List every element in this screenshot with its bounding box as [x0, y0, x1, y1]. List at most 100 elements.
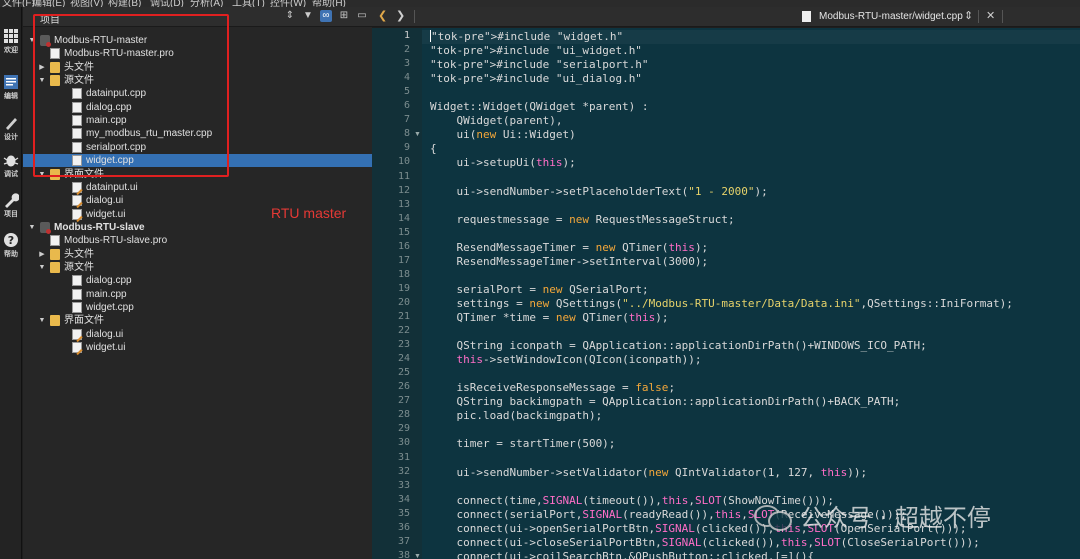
tree-item-label: datainput.ui: [86, 181, 138, 193]
menu-item[interactable]: 分析(A): [190, 0, 223, 7]
collapse-arrow-icon[interactable]: ▼: [38, 314, 46, 327]
code-line: serialPort = new QSerialPort;: [430, 282, 649, 296]
tree-file[interactable]: widget.ui: [23, 341, 372, 354]
fold-marker-icon[interactable]: ▼: [414, 131, 421, 138]
code-line: Widget::Widget(QWidget *parent) :: [430, 100, 649, 114]
folder-icon: [50, 261, 60, 273]
line-number: 20: [397, 296, 410, 308]
cpp-file-icon: [72, 288, 82, 300]
tree-file[interactable]: widget.cpp: [23, 301, 372, 314]
line-number: 1: [403, 30, 410, 41]
code-editor[interactable]: 1 2 3 4 5 6 7 8 ▼ 9 10 11 12 13 14 15 16 17 18 19 20 21 22 23 24…: [372, 28, 1080, 559]
tree-folder[interactable]: ▼ 源文件: [23, 261, 372, 274]
line-number: 38: [397, 549, 410, 559]
code-line: QString iconpath = QApplication::applica…: [430, 339, 927, 353]
filter-icon[interactable]: ▼: [302, 10, 314, 22]
code-line: timer = startTimer(500);: [430, 437, 616, 451]
line-number: 27: [397, 395, 410, 407]
line-number: 28: [397, 409, 410, 421]
code-line: QWidget(parent),: [430, 114, 563, 128]
menu-item[interactable]: 文件(F): [2, 0, 35, 7]
code-line: {: [430, 142, 437, 156]
wrench-icon: [3, 192, 20, 208]
code-line: ResendMessageTimer->setInterval(3000);: [430, 254, 709, 268]
up-down-icon[interactable]: ⇕: [284, 10, 296, 22]
collapse-arrow-icon[interactable]: ▼: [28, 221, 36, 234]
bug-icon: [3, 152, 19, 168]
line-number: 9: [403, 142, 410, 154]
tree-file[interactable]: dialog.cpp: [23, 274, 372, 287]
back-arrow-icon[interactable]: ❮: [378, 10, 387, 22]
code-line: "tok-pre">#include "ui_dialog.h": [430, 72, 642, 86]
link-icon[interactable]: ∞: [320, 10, 332, 22]
code-line: ui->sendNumber->setPlaceholderText("1 - …: [430, 184, 768, 198]
tree-folder[interactable]: ▼ 界面文件: [23, 314, 372, 327]
cpp-file-icon: [72, 275, 82, 287]
mode-4[interactable]: 调试: [0, 152, 22, 179]
line-number: 37: [397, 535, 410, 547]
mode-1[interactable]: 欢迎: [0, 28, 22, 55]
editor-filename[interactable]: Modbus-RTU-master/widget.cpp: [819, 11, 963, 22]
menu-item[interactable]: 编辑(E): [32, 0, 65, 7]
line-number: 4: [403, 72, 410, 84]
mode-label: 调试: [4, 171, 18, 178]
mode-label: 帮助: [4, 251, 18, 258]
line-number: 22: [397, 325, 410, 337]
editor-toolbar: ❮ ❯ Modbus-RTU-master/widget.cpp ⇕ ✕: [372, 7, 1080, 27]
ui-file-icon: [72, 208, 82, 220]
toolbar-separator: [978, 10, 979, 23]
split-icon[interactable]: ⊞: [338, 10, 350, 22]
menu-bar: 文件(F) 编辑(E) 视图(V) 构建(B) 调试(D) 分析(A) 工具(T) 控件(W)…: [0, 0, 1080, 7]
line-number: 3: [403, 58, 410, 70]
tree-file[interactable]: main.cpp: [23, 288, 372, 301]
expand-arrow-icon[interactable]: ▶: [38, 248, 46, 261]
tree-item-label: 源文件: [64, 261, 94, 273]
folder-icon: [50, 315, 60, 327]
file-dropdown-icon[interactable]: ⇕: [964, 10, 973, 22]
line-number-gutter: 1 2 3 4 5 6 7 8 ▼ 9 10 11 12 13 14 15 16 17 18 19 20 21 22 23 24…: [372, 28, 422, 559]
line-number: 13: [397, 198, 410, 210]
menu-item[interactable]: 调试(D): [150, 0, 184, 7]
line-number: 21: [397, 311, 410, 322]
tree-project[interactable]: ▼ Modbus-RTU-slave: [23, 221, 372, 234]
code-line: "tok-pre">#include "ui_widget.h": [430, 44, 642, 58]
project-icon: [40, 221, 51, 234]
close-icon[interactable]: ▭: [356, 10, 368, 22]
code-line: connect(ui->closeSerialPortBtn,SIGNAL(cl…: [430, 535, 980, 549]
menu-item[interactable]: 工具(T): [232, 0, 265, 7]
tree-item-label: Modbus-RTU-slave.pro: [64, 235, 168, 247]
ui-file-icon: [72, 195, 82, 207]
ui-file-icon: [72, 328, 82, 340]
line-number: 11: [397, 170, 410, 182]
tree-file[interactable]: dialog.ui: [23, 328, 372, 341]
line-number: 33: [397, 479, 410, 491]
line-number: 26: [397, 381, 410, 393]
mode-6[interactable]: ? 帮助: [0, 232, 22, 259]
line-number: 31: [397, 451, 410, 463]
code-line: pic.load(backimgpath);: [430, 409, 603, 423]
mode-5[interactable]: 项目: [0, 192, 22, 219]
menu-item[interactable]: 帮助(H): [312, 0, 346, 7]
mode-bar: 欢迎 编辑 设计 调试 项目? 帮助: [0, 7, 22, 559]
svg-text:?: ?: [8, 234, 14, 247]
tree-item-label: widget.cpp: [86, 302, 134, 313]
mode-2[interactable]: 编辑: [0, 74, 22, 101]
watermark-text: 公众号 · 超越不停: [800, 504, 991, 532]
menu-item[interactable]: 控件(W): [270, 0, 306, 7]
menu-item[interactable]: 构建(B): [108, 0, 141, 7]
forward-arrow-icon[interactable]: ❯: [396, 10, 405, 22]
tree-item-label: dialog.ui: [86, 328, 124, 340]
code-line: QTimer *time = new QTimer(this);: [430, 311, 669, 324]
fold-marker-icon[interactable]: ▼: [414, 553, 421, 559]
tree-file[interactable]: Modbus-RTU-slave.pro: [23, 234, 372, 247]
tree-file[interactable]: datainput.ui: [23, 181, 372, 194]
mode-3[interactable]: 设计: [0, 115, 22, 142]
tree-folder[interactable]: ▶ 头文件: [23, 248, 372, 261]
cpp-file-icon: [72, 302, 82, 313]
line-number: 34: [397, 493, 410, 505]
collapse-arrow-icon[interactable]: ▼: [38, 261, 46, 274]
code-line: "tok-pre">#include "widget.h": [430, 30, 624, 43]
menu-item[interactable]: 视图(V): [70, 0, 103, 7]
close-file-icon[interactable]: ✕: [986, 10, 995, 22]
toolbar-separator: [1002, 10, 1003, 23]
